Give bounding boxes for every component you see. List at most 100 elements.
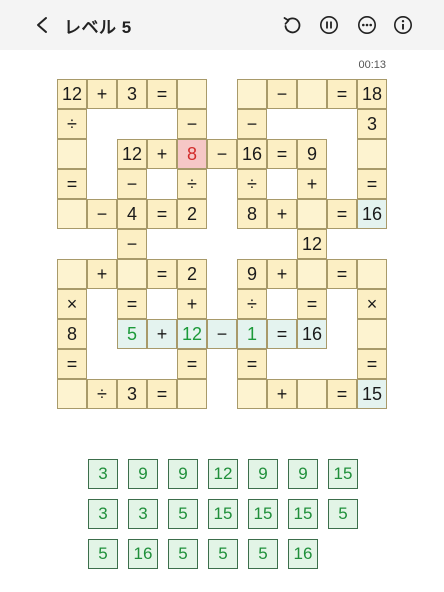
- grid-cell[interactable]: −: [177, 109, 207, 139]
- number-tile[interactable]: 3: [88, 499, 118, 529]
- number-tile[interactable]: 9: [248, 459, 278, 489]
- number-tile[interactable]: 3: [128, 499, 158, 529]
- empty-cell[interactable]: [117, 259, 147, 289]
- number-tile[interactable]: 9: [168, 459, 198, 489]
- empty-cell[interactable]: [297, 259, 327, 289]
- more-button[interactable]: [355, 13, 379, 37]
- grid-cell[interactable]: 8: [57, 319, 87, 349]
- empty-cell[interactable]: [57, 199, 87, 229]
- grid-cell[interactable]: 3: [357, 109, 387, 139]
- grid-cell[interactable]: 5: [117, 319, 147, 349]
- grid-cell[interactable]: ÷: [237, 289, 267, 319]
- number-tile[interactable]: 9: [288, 459, 318, 489]
- grid-cell[interactable]: =: [267, 319, 297, 349]
- grid-cell[interactable]: =: [147, 379, 177, 409]
- empty-cell[interactable]: [57, 139, 87, 169]
- grid-cell[interactable]: 9: [297, 139, 327, 169]
- grid-cell[interactable]: −: [237, 109, 267, 139]
- number-tile[interactable]: 15: [328, 459, 358, 489]
- selected-cell[interactable]: 8: [177, 139, 207, 169]
- empty-cell[interactable]: [237, 379, 267, 409]
- grid-cell[interactable]: =: [117, 289, 147, 319]
- grid-cell[interactable]: −: [267, 79, 297, 109]
- number-tile[interactable]: 15: [288, 499, 318, 529]
- grid-cell[interactable]: ×: [357, 289, 387, 319]
- grid-cell[interactable]: 16: [237, 139, 267, 169]
- grid-cell[interactable]: +: [267, 199, 297, 229]
- empty-cell[interactable]: [297, 199, 327, 229]
- grid-cell[interactable]: =: [267, 139, 297, 169]
- grid-cell[interactable]: −: [117, 229, 147, 259]
- grid-cell[interactable]: =: [357, 349, 387, 379]
- grid-cell[interactable]: 3: [117, 379, 147, 409]
- grid-cell[interactable]: ÷: [87, 379, 117, 409]
- grid-cell[interactable]: −: [87, 199, 117, 229]
- grid-cell[interactable]: =: [57, 349, 87, 379]
- grid-cell[interactable]: =: [327, 379, 357, 409]
- number-tile[interactable]: 3: [88, 459, 118, 489]
- grid-cell[interactable]: =: [327, 259, 357, 289]
- grid-cell[interactable]: 12: [117, 139, 147, 169]
- number-tile[interactable]: 15: [208, 499, 238, 529]
- number-tile[interactable]: 5: [328, 499, 358, 529]
- empty-cell[interactable]: [357, 319, 387, 349]
- grid-cell[interactable]: =: [357, 169, 387, 199]
- grid-cell[interactable]: 8: [237, 199, 267, 229]
- grid-cell[interactable]: =: [327, 79, 357, 109]
- grid-cell[interactable]: 1: [237, 319, 267, 349]
- back-button[interactable]: [30, 12, 54, 38]
- grid-cell[interactable]: =: [147, 79, 177, 109]
- undo-button[interactable]: [280, 13, 304, 37]
- empty-cell[interactable]: [177, 379, 207, 409]
- empty-cell[interactable]: [57, 379, 87, 409]
- grid-cell[interactable]: −: [207, 139, 237, 169]
- number-tile[interactable]: 15: [248, 499, 278, 529]
- number-tile[interactable]: 16: [288, 539, 318, 569]
- grid-cell[interactable]: =: [57, 169, 87, 199]
- grid-cell[interactable]: +: [267, 259, 297, 289]
- grid-cell[interactable]: 15: [357, 379, 387, 409]
- number-tile[interactable]: 5: [208, 539, 238, 569]
- grid-cell[interactable]: 16: [297, 319, 327, 349]
- empty-cell[interactable]: [177, 79, 207, 109]
- grid-cell[interactable]: 12: [57, 79, 87, 109]
- empty-cell[interactable]: [297, 379, 327, 409]
- number-tile[interactable]: 5: [168, 539, 198, 569]
- grid-cell[interactable]: ×: [57, 289, 87, 319]
- grid-cell[interactable]: +: [147, 319, 177, 349]
- grid-cell[interactable]: 12: [297, 229, 327, 259]
- pause-button[interactable]: [317, 13, 341, 37]
- grid-cell[interactable]: 16: [357, 199, 387, 229]
- number-tile[interactable]: 12: [208, 459, 238, 489]
- grid-cell[interactable]: =: [327, 199, 357, 229]
- empty-cell[interactable]: [357, 139, 387, 169]
- empty-cell[interactable]: [237, 79, 267, 109]
- number-tile[interactable]: 9: [128, 459, 158, 489]
- grid-cell[interactable]: +: [177, 289, 207, 319]
- grid-cell[interactable]: 2: [177, 199, 207, 229]
- grid-cell[interactable]: =: [237, 349, 267, 379]
- grid-cell[interactable]: =: [297, 289, 327, 319]
- grid-cell[interactable]: ÷: [57, 109, 87, 139]
- grid-cell[interactable]: 4: [117, 199, 147, 229]
- grid-cell[interactable]: −: [117, 169, 147, 199]
- number-tile[interactable]: 5: [248, 539, 278, 569]
- grid-cell[interactable]: +: [147, 139, 177, 169]
- grid-cell[interactable]: 3: [117, 79, 147, 109]
- grid-cell[interactable]: ÷: [177, 169, 207, 199]
- number-tile[interactable]: 5: [168, 499, 198, 529]
- grid-cell[interactable]: +: [297, 169, 327, 199]
- empty-cell[interactable]: [357, 259, 387, 289]
- grid-cell[interactable]: +: [267, 379, 297, 409]
- grid-cell[interactable]: 2: [177, 259, 207, 289]
- grid-cell[interactable]: ÷: [237, 169, 267, 199]
- grid-cell[interactable]: =: [147, 259, 177, 289]
- grid-cell[interactable]: 9: [237, 259, 267, 289]
- grid-cell[interactable]: =: [147, 199, 177, 229]
- grid-cell[interactable]: 12: [177, 319, 207, 349]
- empty-cell[interactable]: [57, 259, 87, 289]
- info-button[interactable]: [391, 13, 415, 37]
- grid-cell[interactable]: =: [177, 349, 207, 379]
- grid-cell[interactable]: 18: [357, 79, 387, 109]
- number-tile[interactable]: 5: [88, 539, 118, 569]
